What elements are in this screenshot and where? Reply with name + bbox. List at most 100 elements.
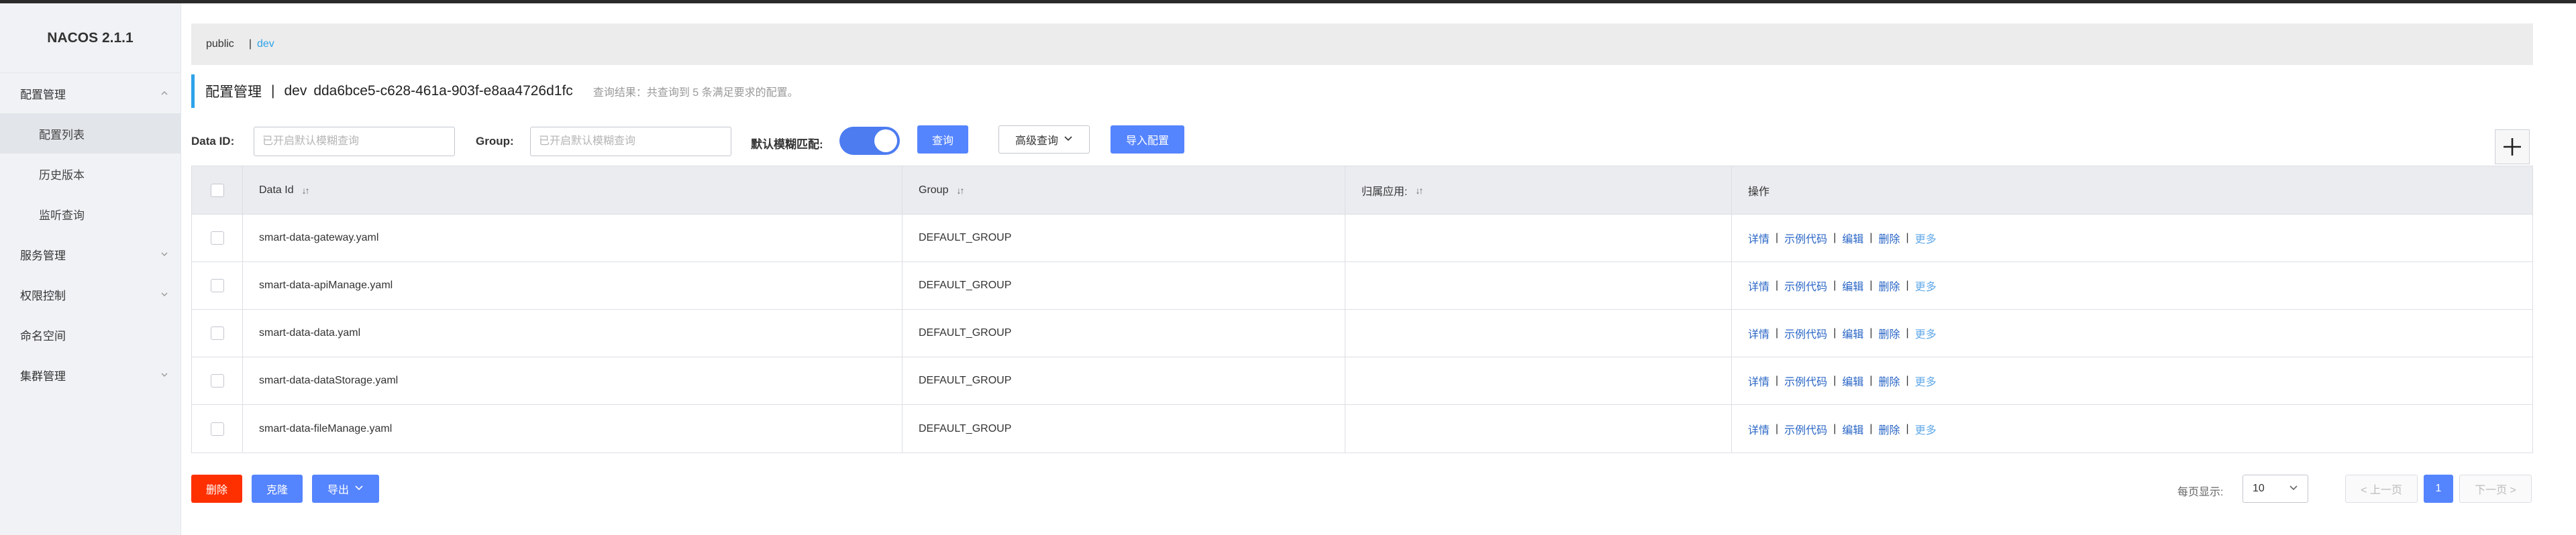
detail-link[interactable]: 详情 <box>1748 421 1769 437</box>
sample-code-link[interactable]: 示例代码 <box>1784 421 1827 437</box>
sample-code-link[interactable]: 示例代码 <box>1784 325 1827 341</box>
row-checkbox[interactable] <box>210 374 224 388</box>
delete-link[interactable]: 删除 <box>1879 230 1900 246</box>
config-table: Data Id ↓↑ Group ↓↑ 归属应用: ↓↑ 操作 smart-da… <box>191 166 2533 453</box>
sort-icon[interactable]: ↓↑ <box>302 185 310 196</box>
more-link[interactable]: 更多 <box>1915 230 1937 246</box>
detail-link[interactable]: 详情 <box>1748 278 1769 294</box>
detail-link[interactable]: 详情 <box>1748 373 1769 389</box>
row-data-id: smart-data-apiManage.yaml <box>243 262 903 309</box>
row-ops: 详情 | 示例代码 | 编辑 | 删除 | 更多 <box>1732 357 2532 404</box>
more-link[interactable]: 更多 <box>1915 278 1937 294</box>
sample-code-link[interactable]: 示例代码 <box>1784 278 1827 294</box>
row-group: DEFAULT_GROUP <box>903 215 1345 261</box>
chevron-down-icon <box>160 250 168 258</box>
header-checkbox-cell <box>192 166 243 214</box>
detail-link[interactable]: 详情 <box>1748 325 1769 341</box>
page-1-button[interactable]: 1 <box>2424 475 2453 503</box>
row-checkbox[interactable] <box>210 422 224 436</box>
namespace-public[interactable]: public <box>206 38 234 50</box>
row-group: DEFAULT_GROUP <box>903 357 1345 404</box>
select-all-checkbox[interactable] <box>210 183 224 197</box>
chevron-down-icon <box>1064 135 1073 144</box>
namespace-dev[interactable]: dev <box>257 38 274 50</box>
row-ops: 详情 | 示例代码 | 编辑 | 删除 | 更多 <box>1732 262 2532 309</box>
sidebar-item-namespace[interactable]: 命名空间 <box>0 314 181 355</box>
plus-icon <box>2504 138 2521 156</box>
delete-link[interactable]: 删除 <box>1879 325 1900 341</box>
edit-link[interactable]: 编辑 <box>1842 421 1863 437</box>
more-link[interactable]: 更多 <box>1915 325 1937 341</box>
row-checkbox-cell <box>192 405 243 453</box>
batch-delete-button[interactable]: 删除 <box>191 475 242 503</box>
edit-link[interactable]: 编辑 <box>1842 278 1863 294</box>
row-checkbox[interactable] <box>210 279 224 292</box>
header-data-id[interactable]: Data Id ↓↑ <box>243 166 903 214</box>
filter-bar: Data ID: Group: 默认模糊匹配: 查询 高级查询 导入配置 <box>191 125 2533 159</box>
row-app <box>1345 357 1732 404</box>
ops-separator: | <box>1833 422 1837 434</box>
group-label: Group: <box>476 135 514 147</box>
query-button[interactable]: 查询 <box>917 125 968 154</box>
sample-code-link[interactable]: 示例代码 <box>1784 230 1827 246</box>
prev-page-button[interactable]: < 上一页 <box>2345 475 2418 503</box>
row-ops: 详情 | 示例代码 | 编辑 | 删除 | 更多 <box>1732 405 2532 453</box>
sidebar-item-access-control[interactable]: 权限控制 <box>0 274 181 314</box>
row-app <box>1345 310 1732 357</box>
sidebar-item-config-management[interactable]: 配置管理 <box>0 73 181 113</box>
delete-link[interactable]: 删除 <box>1879 421 1900 437</box>
sort-icon[interactable]: ↓↑ <box>956 185 964 196</box>
chevron-down-icon <box>160 371 168 379</box>
ops-separator: | <box>1906 422 1909 434</box>
row-group: DEFAULT_GROUP <box>903 262 1345 309</box>
sidebar-item-cluster-management[interactable]: 集群管理 <box>0 355 181 395</box>
fuzzy-match-label: 默认模糊匹配: <box>751 138 823 151</box>
ops-separator: | <box>1833 232 1837 243</box>
advanced-query-button[interactable]: 高级查询 <box>998 125 1090 154</box>
sidebar-item-service-management[interactable]: 服务管理 <box>0 234 181 274</box>
next-page-button[interactable]: 下一页 > <box>2459 475 2532 503</box>
ops-separator: | <box>1833 280 1837 291</box>
data-id-label: Data ID: <box>191 135 235 147</box>
export-button[interactable]: 导出 <box>312 475 379 503</box>
header-group[interactable]: Group ↓↑ <box>903 166 1345 214</box>
edit-link[interactable]: 编辑 <box>1842 373 1863 389</box>
data-id-input[interactable] <box>254 127 455 156</box>
table-header: Data Id ↓↑ Group ↓↑ 归属应用: ↓↑ 操作 <box>192 166 2532 215</box>
more-link[interactable]: 更多 <box>1915 373 1937 389</box>
row-ops: 详情 | 示例代码 | 编辑 | 删除 | 更多 <box>1732 310 2532 357</box>
switch-knob <box>874 129 897 152</box>
sidebar-item-label: 集群管理 <box>20 369 66 383</box>
more-link[interactable]: 更多 <box>1915 421 1937 437</box>
row-group: DEFAULT_GROUP <box>903 310 1345 357</box>
sidebar-item-config-list[interactable]: 配置列表 <box>0 113 181 154</box>
ops-separator: | <box>1906 232 1909 243</box>
page-size-select[interactable]: 10 <box>2243 475 2308 503</box>
edit-link[interactable]: 编辑 <box>1842 325 1863 341</box>
import-config-button[interactable]: 导入配置 <box>1111 125 1184 154</box>
table-row: smart-data-fileManage.yaml DEFAULT_GROUP… <box>192 405 2532 453</box>
row-app <box>1345 405 1732 453</box>
sample-code-link[interactable]: 示例代码 <box>1784 373 1827 389</box>
delete-link[interactable]: 删除 <box>1879 373 1900 389</box>
row-checkbox-cell <box>192 357 243 404</box>
header-app[interactable]: 归属应用: ↓↑ <box>1345 166 1732 214</box>
row-ops: 详情 | 示例代码 | 编辑 | 删除 | 更多 <box>1732 215 2532 261</box>
row-checkbox[interactable] <box>210 231 224 245</box>
add-config-button[interactable] <box>2495 129 2530 164</box>
page-title-text: 配置管理 <box>205 84 262 100</box>
detail-link[interactable]: 详情 <box>1748 230 1769 246</box>
ops-separator: | <box>1906 327 1909 339</box>
fuzzy-match-switch[interactable] <box>839 127 900 155</box>
ops-separator: | <box>1775 375 1779 386</box>
sidebar-item-listener-query[interactable]: 监听查询 <box>0 194 181 234</box>
ops-separator: | <box>1775 280 1779 291</box>
row-checkbox[interactable] <box>210 326 224 340</box>
edit-link[interactable]: 编辑 <box>1842 230 1863 246</box>
sidebar-item-history[interactable]: 历史版本 <box>0 154 181 194</box>
group-input[interactable] <box>530 127 731 156</box>
sort-icon[interactable]: ↓↑ <box>1415 185 1423 196</box>
namespace-id: dda6bce5-c628-461a-903f-e8aa4726d1fc <box>313 83 573 99</box>
clone-button[interactable]: 克隆 <box>252 475 303 503</box>
delete-link[interactable]: 删除 <box>1879 278 1900 294</box>
